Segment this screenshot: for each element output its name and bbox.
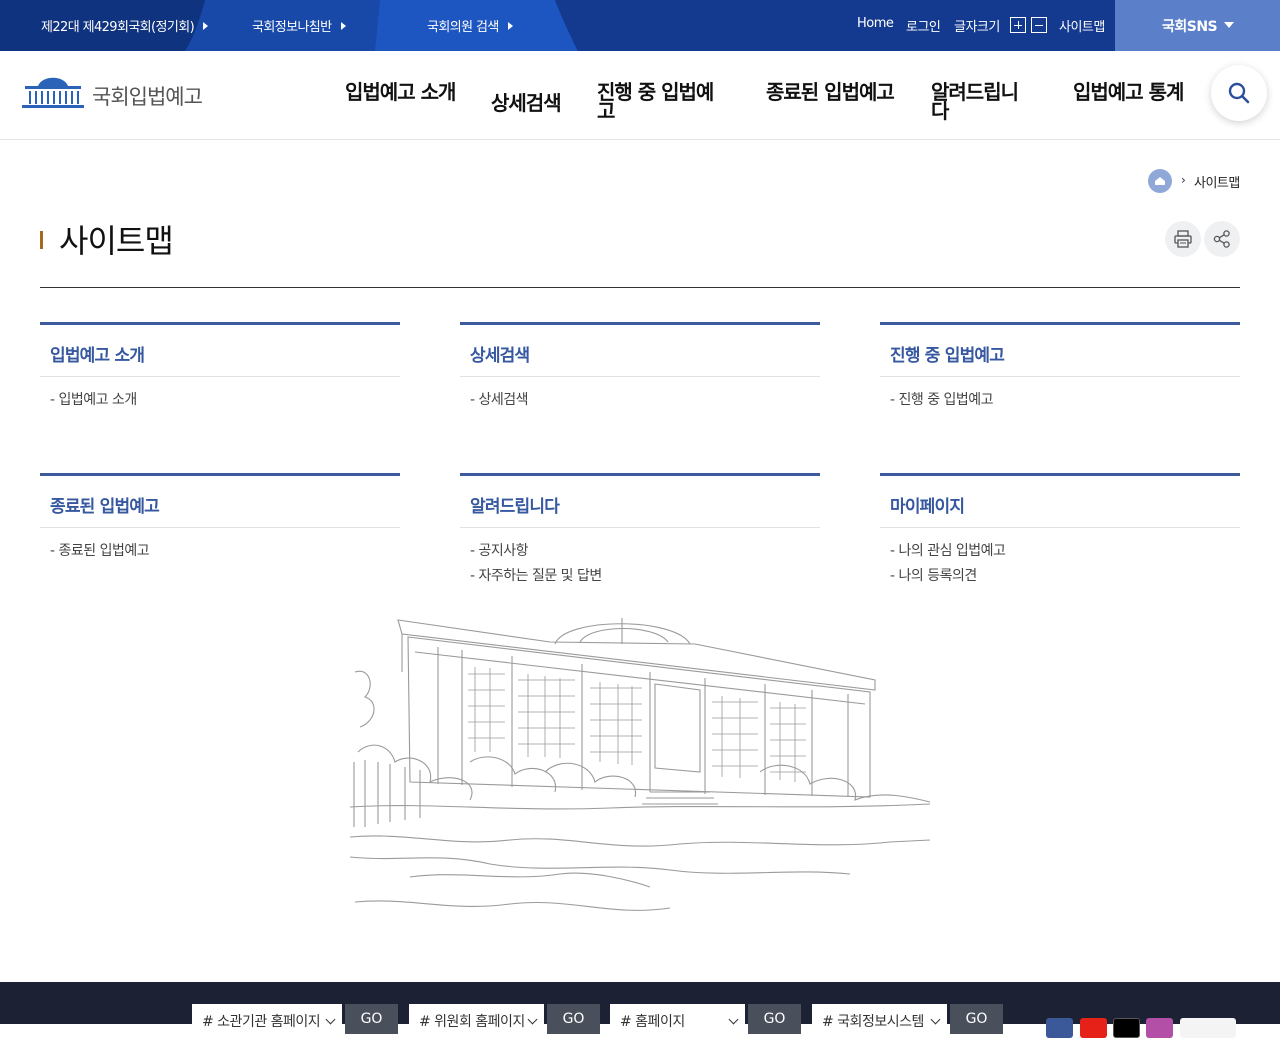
- search-button[interactable]: [1211, 65, 1267, 121]
- top-link-label: 국회정보나침반: [252, 20, 332, 35]
- page-title: 사이트맵: [59, 222, 174, 260]
- caret-down-icon: [1224, 22, 1234, 28]
- sitemap-link[interactable]: - 나의 관심 입법예고: [890, 539, 1240, 564]
- info-system-go-button[interactable]: GO: [950, 1004, 1003, 1034]
- sitemap-group-mypage: 마이페이지 - 나의 관심 입법예고 - 나의 등록의견: [880, 473, 1240, 589]
- title-divider: [40, 287, 1240, 288]
- gnb-item-intro[interactable]: 입법예고 소개: [345, 82, 457, 102]
- font-size-label: 글자크기: [954, 20, 1000, 35]
- breadcrumb-current: 사이트맵: [1194, 176, 1240, 191]
- home-link[interactable]: Home: [857, 16, 894, 31]
- chevron-down-icon: [728, 1014, 739, 1025]
- homepage-select[interactable]: # 홈페이지: [610, 1004, 745, 1034]
- site-logo[interactable]: 국회입법예고: [22, 71, 222, 111]
- font-decrease-button[interactable]: [1031, 17, 1047, 33]
- agency-site-select[interactable]: # 소관기관 홈페이지: [192, 1004, 342, 1034]
- gnb-item-search[interactable]: 상세검색: [491, 93, 581, 113]
- sitemap-group-intro: 입법예고 소개 - 입법예고 소개: [40, 322, 400, 413]
- sitemap-group-title[interactable]: 입법예고 소개: [40, 325, 400, 377]
- chevron-down-icon: [930, 1014, 941, 1025]
- sitemap-link-list: - 종료된 입법예고: [40, 528, 400, 564]
- x-icon[interactable]: [1113, 1018, 1140, 1038]
- chevron-down-icon: [325, 1014, 336, 1025]
- homepage-go-button[interactable]: GO: [748, 1004, 801, 1034]
- chevron-down-icon: [527, 1014, 538, 1025]
- print-button[interactable]: [1165, 221, 1201, 257]
- sitemap-link[interactable]: - 공지사항: [470, 539, 820, 564]
- sitemap-link-list: - 나의 관심 입법예고 - 나의 등록의견: [880, 528, 1240, 589]
- sitemap-group-title[interactable]: 종료된 입법예고: [40, 476, 400, 528]
- search-icon: [1228, 82, 1250, 104]
- info-system-select[interactable]: # 국회정보시스템: [812, 1004, 947, 1034]
- top-link-label: 제22대 제429회국회(정기회): [41, 20, 195, 35]
- site-footer: # 소관기관 홈페이지 GO # 위원회 홈페이지 GO # 홈페이지 GO #…: [0, 982, 1280, 1038]
- sitemap-link[interactable]: - 입법예고 소개: [50, 388, 400, 413]
- instagram-icon[interactable]: [1146, 1018, 1173, 1038]
- share-button[interactable]: [1204, 221, 1240, 257]
- select-label: # 소관기관 홈페이지: [202, 1014, 321, 1030]
- top-link-info-compass[interactable]: 국회정보나침반: [252, 16, 346, 35]
- gnb-item-closed[interactable]: 종료된 입법예고: [766, 82, 895, 102]
- assembly-building-illustration: [350, 618, 931, 911]
- sitemap-link[interactable]: 사이트맵: [1059, 16, 1105, 35]
- sitemap-group-closed: 종료된 입법예고 - 종료된 입법예고: [40, 473, 400, 564]
- print-icon: [1174, 230, 1192, 248]
- facebook-icon[interactable]: [1046, 1018, 1073, 1038]
- chevron-right-icon: ›: [1181, 173, 1186, 187]
- sns-label: 국회SNS: [1162, 19, 1218, 35]
- youtube-icon[interactable]: [1080, 1018, 1107, 1038]
- sitemap-link[interactable]: - 자주하는 질문 및 답변: [470, 564, 820, 589]
- sitemap-group-title[interactable]: 진행 중 입법예고: [880, 325, 1240, 377]
- sitemap-link[interactable]: - 진행 중 입법예고: [890, 388, 1240, 413]
- site-header: 국회입법예고 입법예고 소개 상세검색 진행 중 입법예고 종료된 입법예고 알…: [0, 51, 1280, 140]
- sitemap-link[interactable]: - 종료된 입법예고: [50, 539, 400, 564]
- assembly-logo-icon: [22, 77, 84, 108]
- font-increase-button[interactable]: [1010, 17, 1026, 33]
- sitemap-link-list: - 공지사항 - 자주하는 질문 및 답변: [460, 528, 820, 589]
- sitemap-group-search: 상세검색 - 상세검색: [460, 322, 820, 413]
- blog-icon[interactable]: [1180, 1018, 1236, 1038]
- sitemap-group-title[interactable]: 상세검색: [460, 325, 820, 377]
- gnb-item-ongoing[interactable]: 진행 중 입법예고: [597, 82, 725, 121]
- sitemap-link-list: - 상세검색: [460, 377, 820, 413]
- title-accent-bar: [40, 231, 43, 249]
- gnb-item-notice[interactable]: 알려드립니다: [931, 82, 1031, 121]
- triangle-right-icon: [203, 22, 209, 30]
- top-utility-bar: 제22대 제429회국회(정기회) 국회정보나침반 국회의원 검색 Home 로…: [0, 0, 1280, 51]
- agency-go-button[interactable]: GO: [345, 1004, 398, 1034]
- triangle-right-icon: [340, 22, 346, 30]
- home-icon: [1155, 177, 1165, 185]
- sitemap-group-notice: 알려드립니다 - 공지사항 - 자주하는 질문 및 답변: [460, 473, 820, 589]
- top-link-label: 국회의원 검색: [427, 20, 499, 35]
- sitemap-link[interactable]: - 상세검색: [470, 388, 820, 413]
- sitemap-group-title[interactable]: 알려드립니다: [460, 476, 820, 528]
- select-label: # 홈페이지: [620, 1014, 685, 1030]
- sitemap-group-ongoing: 진행 중 입법예고 - 진행 중 입법예고: [880, 322, 1240, 413]
- sitemap-link-list: - 진행 중 입법예고: [880, 377, 1240, 413]
- logo-text: 국회입법예고: [92, 85, 203, 109]
- committee-go-button[interactable]: GO: [547, 1004, 600, 1034]
- share-icon: [1213, 230, 1230, 248]
- sitemap-link[interactable]: - 나의 등록의견: [890, 564, 1240, 589]
- sitemap-group-title[interactable]: 마이페이지: [880, 476, 1240, 528]
- breadcrumb-home-button[interactable]: [1148, 169, 1172, 193]
- select-label: # 위원회 홈페이지: [419, 1014, 525, 1030]
- login-link[interactable]: 로그인: [906, 16, 941, 35]
- sitemap-link-list: - 입법예고 소개: [40, 377, 400, 413]
- triangle-right-icon: [507, 22, 513, 30]
- top-link-member-search[interactable]: 국회의원 검색: [427, 16, 513, 35]
- select-label: # 국회정보시스템: [822, 1014, 924, 1030]
- top-link-assembly-session[interactable]: 제22대 제429회국회(정기회): [41, 16, 209, 35]
- gnb-item-statistics[interactable]: 입법예고 통계: [1073, 82, 1185, 102]
- sns-dropdown[interactable]: 국회SNS: [1115, 0, 1280, 51]
- committee-site-select[interactable]: # 위원회 홈페이지: [409, 1004, 544, 1034]
